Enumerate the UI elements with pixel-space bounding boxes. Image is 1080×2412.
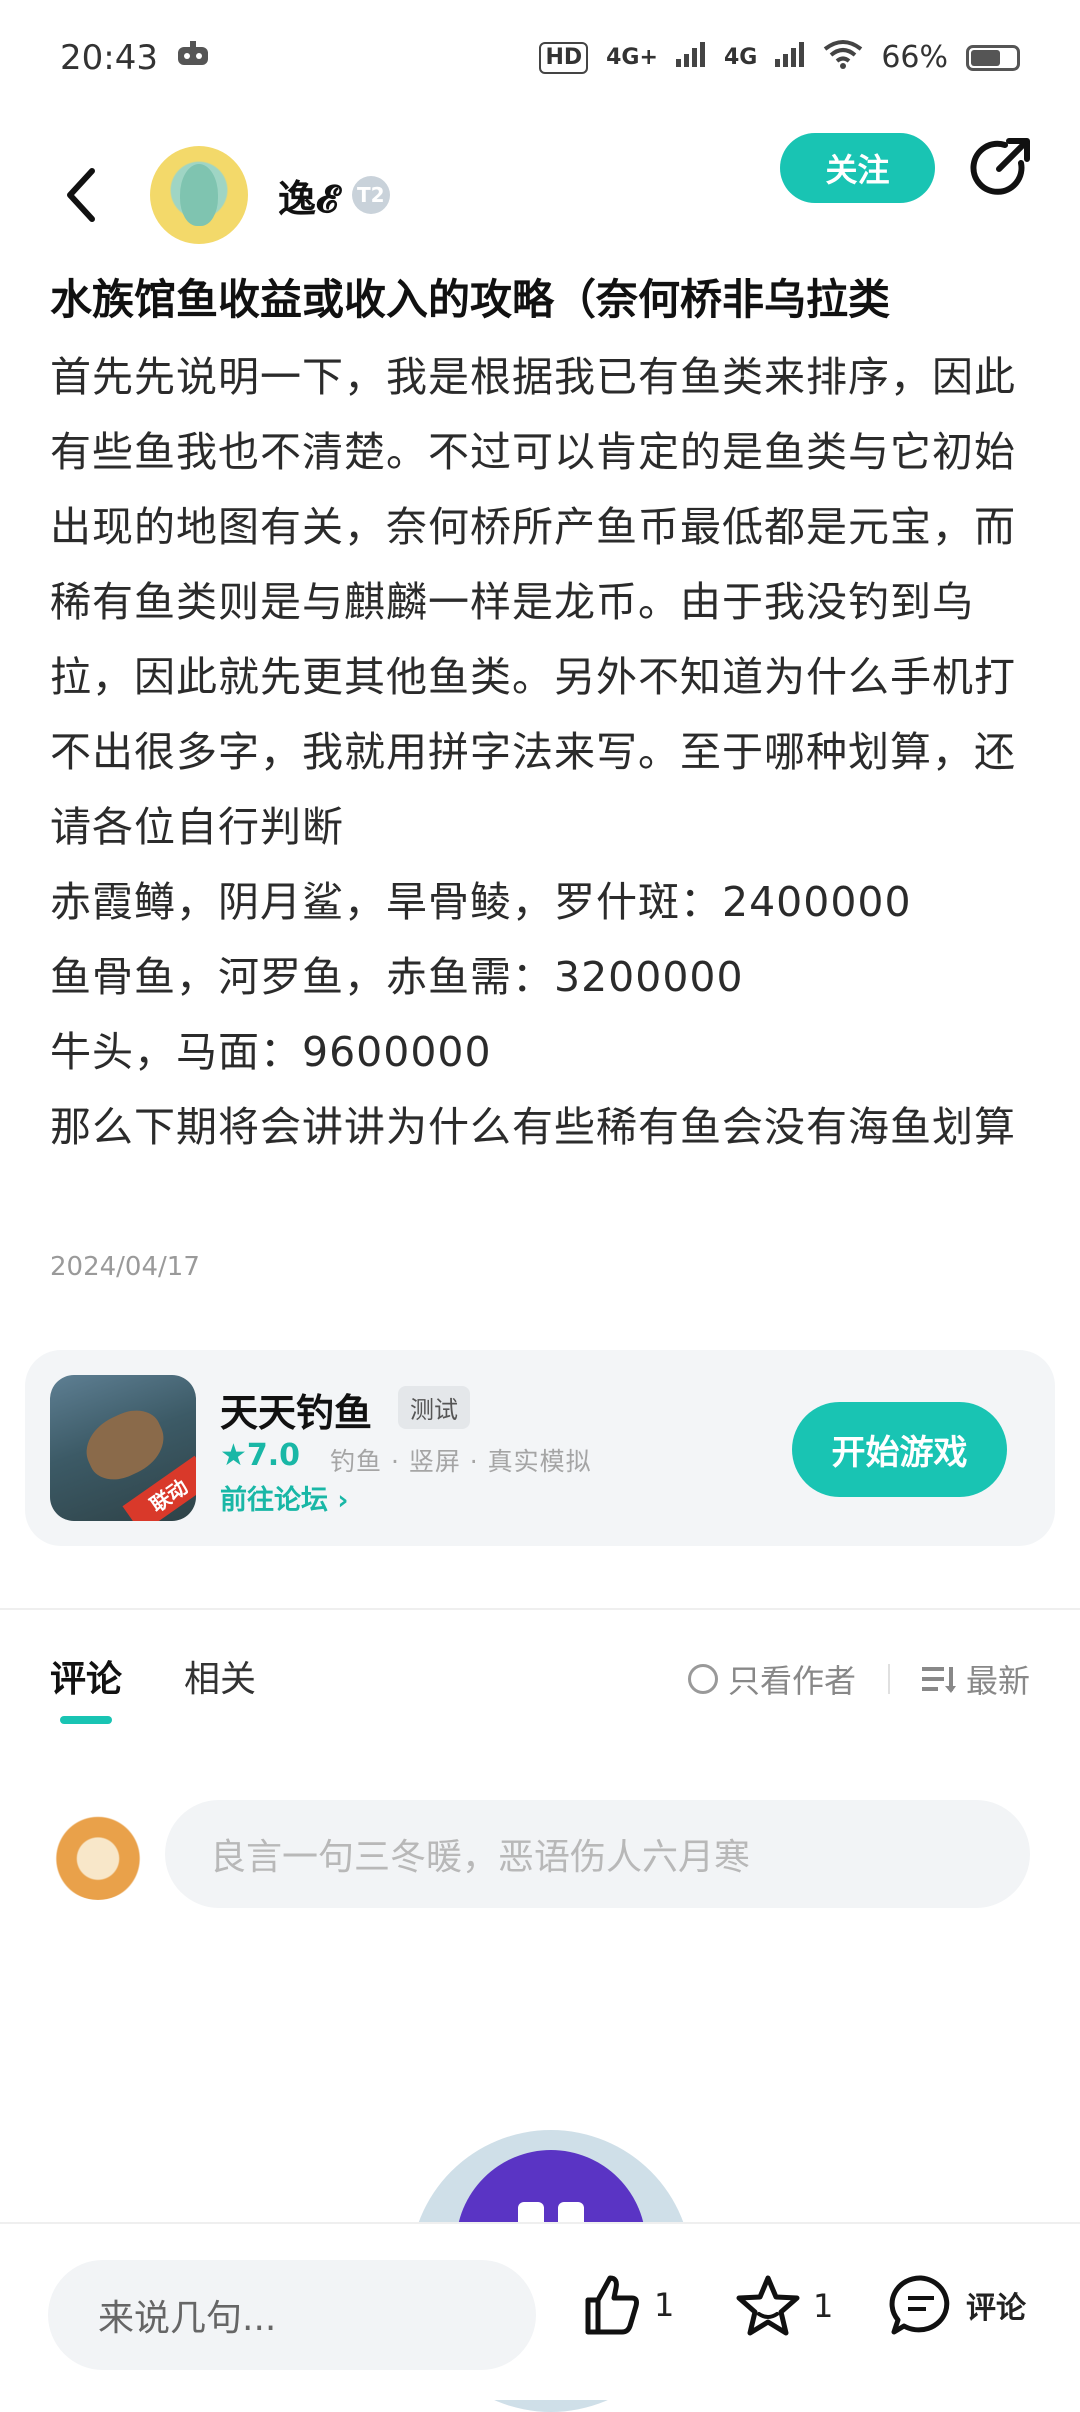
hd-indicator: HD [539, 41, 589, 74]
like-count: 1 [654, 2286, 675, 2324]
comment-label: 评论 [966, 2291, 1026, 2326]
author-only-toggle[interactable]: 只看作者 [687, 1656, 856, 1702]
comment-tabs: 评论 相关 [50, 1650, 256, 1724]
signal-4g-label: 4G [723, 45, 758, 70]
post-paragraph: 那么下期将会讲讲为什么有些稀有鱼会没有海鱼划算 [50, 1103, 1016, 1151]
tab-related[interactable]: 相关 [184, 1650, 256, 1710]
post-paragraph: 牛头，马面：9600000 [50, 1028, 492, 1076]
follow-button[interactable]: 关注 [780, 133, 935, 203]
like-button[interactable]: 1 [580, 2274, 674, 2336]
back-arrow-icon [67, 168, 95, 222]
status-time: 20:43 [60, 37, 158, 78]
game-test-tag: 测试 [398, 1386, 470, 1429]
game-name[interactable]: 天天钓鱼 [220, 1382, 372, 1437]
share-icon [970, 138, 1030, 195]
chevron-right-icon: › [337, 1485, 349, 1516]
game-categories: 钓鱼 · 竖屏 · 真实模拟 [330, 1447, 592, 1476]
author-name[interactable]: 逸𝓔 [278, 168, 338, 223]
post-date: 2024/04/17 [50, 1252, 200, 1282]
comment-filters: 只看作者 最新 [687, 1656, 1030, 1702]
start-game-button[interactable]: 开始游戏 [792, 1402, 1007, 1497]
post-paragraph: 首先先说明一下，我是根据我已有鱼类来排序，因此有些鱼我也不清楚。不过可以肯定的是… [50, 353, 1016, 851]
comment-bubble-icon [889, 2275, 950, 2335]
level-badge: T2 [351, 176, 390, 214]
bottom-action-bar: 来说几句... 1 1 评论 [0, 2222, 1080, 2400]
signal-icon [675, 40, 706, 75]
star-icon: ★ [220, 1438, 247, 1473]
wifi-icon [823, 39, 863, 77]
post-body: 首先先说明一下，我是根据我已有鱼类来排序，因此有些鱼我也不清楚。不过可以肯定的是… [50, 340, 1040, 1165]
favorite-count: 1 [813, 2287, 834, 2325]
sort-button[interactable]: 最新 [921, 1656, 1030, 1702]
current-user-avatar [52, 1808, 144, 1900]
back-button[interactable] [50, 165, 110, 225]
post-title: 水族馆鱼收益或收入的攻略（奈何桥非乌拉类 [50, 275, 891, 324]
thumbs-up-icon [585, 2275, 639, 2335]
signal-icon-2 [775, 40, 805, 75]
post-paragraph: 鱼骨鱼，河罗鱼，赤鱼需：3200000 [50, 953, 744, 1001]
reply-input[interactable]: 来说几句... [48, 2260, 536, 2370]
tab-comments[interactable]: 评论 [50, 1650, 122, 1724]
post-paragraph: 赤霞鳟，阴月鲨，旱骨鲮，罗什斑：2400000 [50, 878, 912, 926]
game-card[interactable]: 联动 天天钓鱼 测试 ★7.0 钓鱼 · 竖屏 · 真实模拟 前往论坛 › 开始… [25, 1350, 1055, 1546]
game-rating: ★7.0 [220, 1438, 300, 1473]
author-only-label: 只看作者 [727, 1662, 856, 1700]
rating-value: 7.0 [246, 1438, 301, 1473]
favorite-button[interactable]: 1 [735, 2274, 833, 2338]
game-icon[interactable]: 联动 [50, 1375, 196, 1521]
share-button[interactable] [965, 133, 1035, 203]
forum-link[interactable]: 前往论坛 › [220, 1478, 349, 1517]
comment-button[interactable]: 评论 [888, 2274, 1026, 2336]
sort-label: 最新 [965, 1662, 1030, 1700]
status-bar: 20:43 HD 4G+ 4G 66% [0, 0, 1080, 115]
section-divider [0, 1608, 1080, 1610]
post-header: 逸𝓔 T2 关注 [0, 115, 1080, 275]
forum-link-label: 前往论坛 [220, 1485, 328, 1516]
game-controller-icon [176, 38, 210, 78]
battery-icon [966, 44, 1020, 71]
author-avatar[interactable] [150, 146, 248, 244]
star-outline-icon [736, 2275, 800, 2336]
radio-icon [687, 1664, 718, 1694]
battery-percent: 66% [881, 40, 948, 75]
signal-4gplus-label: 4G+ [606, 45, 658, 70]
comment-input[interactable]: 良言一句三冬暖，恶语伤人六月寒 [165, 1800, 1030, 1908]
sort-icon [921, 1667, 956, 1693]
